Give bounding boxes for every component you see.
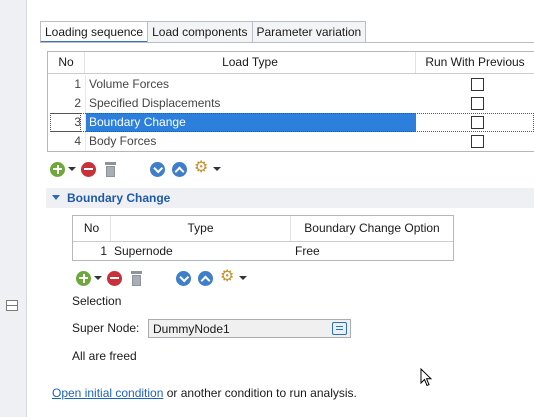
left-side-panel bbox=[0, 0, 27, 417]
status-text: All are freed bbox=[72, 349, 137, 363]
row-number: 1 bbox=[74, 77, 81, 91]
add-icon[interactable] bbox=[76, 270, 91, 286]
load-type-cell: Body Forces bbox=[85, 132, 416, 151]
super-node-input[interactable] bbox=[149, 320, 324, 337]
trash-icon[interactable] bbox=[130, 270, 143, 286]
tab-bar: Loading sequence Load components Paramet… bbox=[40, 21, 367, 43]
super-node-label: Super Node: bbox=[72, 321, 140, 335]
add-dropdown-caret-icon[interactable] bbox=[68, 167, 76, 171]
column-header-no[interactable]: No bbox=[48, 52, 85, 73]
tab-loading-sequence[interactable]: Loading sequence bbox=[40, 21, 149, 43]
table-row[interactable]: 4 Body Forces bbox=[48, 132, 534, 151]
load-type-cell: Boundary Change bbox=[85, 113, 416, 132]
row-number: 1 bbox=[100, 244, 107, 258]
table-row-selected[interactable]: 3 Boundary Change bbox=[48, 113, 534, 132]
load-type-cell: Volume Forces bbox=[85, 75, 416, 94]
gear-icon[interactable] bbox=[220, 268, 236, 286]
tab-divider bbox=[40, 42, 534, 43]
remove-icon[interactable] bbox=[107, 270, 122, 286]
column-header-no[interactable]: No bbox=[73, 216, 111, 241]
boundary-change-section-header[interactable]: Boundary Change bbox=[46, 188, 534, 208]
option-cell[interactable]: Free bbox=[291, 242, 320, 260]
row-number: 4 bbox=[74, 134, 81, 148]
column-header-run-with-previous[interactable]: Run With Previous bbox=[416, 52, 534, 73]
restore-panel-button[interactable] bbox=[6, 300, 18, 311]
collapse-triangle-icon[interactable] bbox=[52, 195, 60, 200]
section-title: Boundary Change bbox=[67, 191, 171, 205]
column-header-type[interactable]: Type bbox=[111, 216, 291, 241]
add-icon[interactable] bbox=[50, 161, 65, 177]
tab-parameter-variation[interactable]: Parameter variation bbox=[251, 21, 367, 43]
remove-icon[interactable] bbox=[81, 161, 96, 177]
load-type-cell: Specified Displacements bbox=[85, 94, 416, 113]
trash-icon[interactable] bbox=[104, 161, 117, 177]
footer-text: or another condition to run analysis. bbox=[166, 386, 357, 400]
run-with-previous-checkbox[interactable] bbox=[471, 78, 484, 91]
gear-icon[interactable] bbox=[194, 159, 210, 177]
main-content: Loading sequence Load components Paramet… bbox=[38, 0, 534, 417]
row-number: 2 bbox=[74, 96, 81, 110]
run-with-previous-checkbox[interactable] bbox=[471, 97, 484, 110]
move-down-icon[interactable] bbox=[150, 161, 165, 177]
table-header: No Load Type Run With Previous bbox=[48, 52, 534, 74]
move-up-icon[interactable] bbox=[198, 270, 213, 286]
gear-dropdown-caret-icon[interactable] bbox=[213, 167, 221, 171]
row-number: 3 bbox=[50, 113, 81, 132]
open-initial-condition-link[interactable]: Open initial condition bbox=[52, 386, 163, 400]
selection-label: Selection bbox=[72, 294, 122, 308]
footer-hint: Open initial condition or another condit… bbox=[52, 386, 357, 400]
add-dropdown-caret-icon[interactable] bbox=[94, 276, 102, 280]
table-row[interactable]: 2 Specified Displacements bbox=[48, 94, 534, 113]
table-row[interactable]: 1 Volume Forces bbox=[48, 75, 534, 94]
sequence-toolbar bbox=[50, 159, 224, 178]
loading-sequence-table: No Load Type Run With Previous 1 Volume … bbox=[47, 51, 534, 152]
gear-dropdown-caret-icon[interactable] bbox=[239, 276, 247, 280]
table-header: No Type Boundary Change Option bbox=[73, 216, 453, 242]
boundary-toolbar bbox=[76, 268, 250, 287]
run-with-previous-checkbox[interactable] bbox=[471, 116, 484, 129]
column-header-boundary-change-option[interactable]: Boundary Change Option bbox=[291, 216, 453, 241]
boundary-change-table: No Type Boundary Change Option 1 Superno… bbox=[72, 215, 454, 261]
select-node-icon[interactable] bbox=[332, 322, 347, 335]
move-up-icon[interactable] bbox=[172, 161, 187, 177]
move-down-icon[interactable] bbox=[176, 270, 191, 286]
table-row[interactable]: 1 Supernode Free bbox=[73, 242, 453, 260]
tab-load-components[interactable]: Load components bbox=[147, 21, 253, 43]
super-node-field[interactable] bbox=[148, 319, 351, 338]
type-cell: Supernode bbox=[114, 244, 173, 258]
run-with-previous-checkbox[interactable] bbox=[471, 135, 484, 148]
column-header-load-type[interactable]: Load Type bbox=[85, 52, 416, 73]
